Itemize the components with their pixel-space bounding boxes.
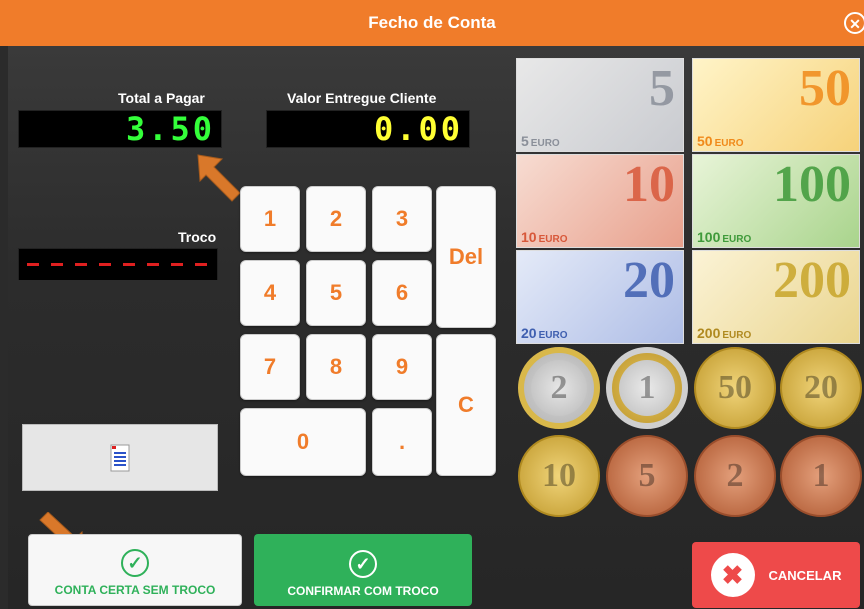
coin-1-cent-button[interactable]: 1 <box>780 435 862 517</box>
key-4[interactable]: 4 <box>240 260 300 326</box>
note-50-value: 50 <box>799 60 851 117</box>
document-button[interactable] <box>22 424 218 491</box>
coin-2-cent-button[interactable]: 2 <box>694 435 776 517</box>
coin-20-cent-button[interactable]: 20 <box>780 347 862 429</box>
note-50-small-value: 50 <box>697 133 713 149</box>
key-clear[interactable]: C <box>436 334 496 476</box>
entregue-display: 0.00 <box>266 110 470 148</box>
note-20-small-value: 20 <box>521 325 537 341</box>
note-200-button[interactable]: 200 200 EURO <box>692 250 860 344</box>
troco-dashes <box>27 263 209 266</box>
coin-50-cent-value: 50 <box>718 369 752 406</box>
note-100-button[interactable]: 100 100 EURO <box>692 154 860 248</box>
key-0[interactable]: 0 <box>240 408 366 476</box>
note-5-euro: EURO <box>530 138 560 149</box>
key-1[interactable]: 1 <box>240 186 300 252</box>
coin-1-euro-button[interactable]: 1 <box>606 347 688 429</box>
key-9[interactable]: 9 <box>372 334 432 400</box>
coin-20-cent-value: 20 <box>804 369 838 406</box>
confirmar-button[interactable]: ✓ CONFIRMAR COM TROCO <box>254 534 472 606</box>
coin-2-euro-button[interactable]: 2 <box>518 347 600 429</box>
key-del[interactable]: Del <box>436 186 496 328</box>
note-200-value: 200 <box>773 252 851 309</box>
close-icon[interactable]: ✕ <box>844 12 864 34</box>
coin-1-euro-value: 1 <box>619 360 675 416</box>
pointer-arrow-icon <box>197 154 241 202</box>
coin-1-cent-value: 1 <box>812 457 830 494</box>
note-20-button[interactable]: 20 20 EURO <box>516 250 684 344</box>
note-20-euro: EURO <box>538 330 568 341</box>
note-100-label: 100 EURO <box>697 229 751 245</box>
note-100-small-value: 100 <box>697 229 721 245</box>
troco-label: Troco <box>178 229 217 245</box>
key-3[interactable]: 3 <box>372 186 432 252</box>
total-display: 3.50 <box>18 110 222 148</box>
key-5[interactable]: 5 <box>306 260 366 326</box>
coin-50-cent-button[interactable]: 50 <box>694 347 776 429</box>
key-8[interactable]: 8 <box>306 334 366 400</box>
note-10-button[interactable]: 10 10 EURO <box>516 154 684 248</box>
note-10-euro: EURO <box>538 234 568 245</box>
note-50-label: 50 EURO <box>697 133 743 149</box>
check-circle-icon: ✓ <box>121 549 149 577</box>
note-5-button[interactable]: 5 5 EURO <box>516 58 684 152</box>
title-bar: Fecho de Conta ✕ <box>0 0 864 46</box>
note-20-label: 20 EURO <box>521 325 567 341</box>
note-50-euro: EURO <box>714 138 744 149</box>
document-icon <box>110 444 130 471</box>
note-10-label: 10 EURO <box>521 229 567 245</box>
note-100-euro: EURO <box>722 234 752 245</box>
note-50-button[interactable]: 50 50 EURO <box>692 58 860 152</box>
note-20-value: 20 <box>623 252 675 309</box>
check-circle-icon: ✓ <box>349 550 377 578</box>
note-10-small-value: 10 <box>521 229 537 245</box>
key-6[interactable]: 6 <box>372 260 432 326</box>
window-title: Fecho de Conta <box>368 13 496 32</box>
note-5-label: 5 EURO <box>521 133 560 149</box>
key-7[interactable]: 7 <box>240 334 300 400</box>
note-5-small-value: 5 <box>521 133 529 149</box>
conta-certa-label: CONTA CERTA SEM TROCO <box>54 583 216 597</box>
coin-5-cent-value: 5 <box>638 457 656 494</box>
note-10-value: 10 <box>623 156 675 213</box>
coin-2-cent-value: 2 <box>726 457 744 494</box>
note-100-value: 100 <box>773 156 851 213</box>
key-dot[interactable]: . <box>372 408 432 476</box>
coin-10-cent-button[interactable]: 10 <box>518 435 600 517</box>
coin-10-cent-value: 10 <box>542 457 576 494</box>
entregue-label: Valor Entregue Cliente <box>287 90 437 106</box>
cancelar-label: CANCELAR <box>768 567 842 583</box>
x-circle-icon: ✖ <box>710 553 755 597</box>
note-200-small-value: 200 <box>697 325 721 341</box>
note-200-label: 200 EURO <box>697 325 751 341</box>
coin-5-cent-button[interactable]: 5 <box>606 435 688 517</box>
total-label: Total a Pagar <box>118 90 205 106</box>
conta-certa-button[interactable]: ✓ CONTA CERTA SEM TROCO <box>28 534 242 606</box>
key-2[interactable]: 2 <box>306 186 366 252</box>
coin-2-euro-value: 2 <box>531 360 587 416</box>
cancelar-button[interactable]: ✖ CANCELAR <box>692 542 860 608</box>
note-5-value: 5 <box>649 60 675 117</box>
note-200-euro: EURO <box>722 330 752 341</box>
confirmar-label: CONFIRMAR COM TROCO <box>287 584 439 598</box>
troco-display <box>18 248 218 280</box>
